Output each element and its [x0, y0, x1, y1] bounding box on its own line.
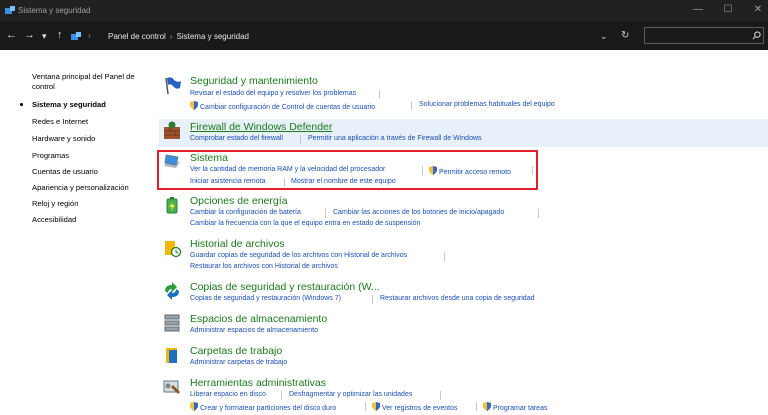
- admin-tools-title[interactable]: Herramientas administrativas: [190, 377, 326, 389]
- link-separator: [379, 90, 380, 99]
- work-folders-title[interactable]: Carpetas de trabajo: [190, 345, 282, 357]
- uac-shield-icon: [190, 101, 198, 110]
- admin-link-event-logs[interactable]: Ver registros de eventos: [372, 402, 458, 412]
- work-folders-link-manage[interactable]: Administrar carpetas de trabajo: [190, 359, 287, 366]
- uac-shield-icon: [372, 402, 380, 411]
- back-button[interactable]: ←: [6, 29, 17, 41]
- link-separator: [281, 391, 282, 400]
- security-link-uac-label: Cambiar configuración de Control de cuen…: [200, 104, 376, 111]
- sidebar-item-network[interactable]: Redes e Internet: [32, 117, 144, 127]
- link-separator: [444, 252, 445, 261]
- breadcrumb-chevron-icon: ›: [169, 32, 173, 41]
- admin-tools-icon: [163, 380, 180, 394]
- security-title[interactable]: Seguridad y mantenimiento: [190, 75, 318, 87]
- link-separator: [300, 135, 301, 144]
- close-button[interactable]: ✕: [748, 4, 768, 15]
- flag-icon: [165, 77, 181, 95]
- firewall-title[interactable]: Firewall de Windows Defender: [190, 121, 332, 133]
- search-icon[interactable]: [752, 31, 761, 40]
- system-link-ram[interactable]: Ver la cantidad de memoria RAM y la velo…: [190, 166, 385, 173]
- sidebar-item-appearance[interactable]: Apariencia y personalización: [32, 183, 144, 193]
- file-history-link-restore[interactable]: Restaurar los archivos con Historial de …: [190, 263, 338, 270]
- link-separator: [538, 209, 539, 218]
- window-title: Sistema y seguridad: [18, 6, 91, 15]
- admin-link-schedule-tasks[interactable]: Programar tareas: [483, 402, 547, 412]
- title-bar: Sistema y seguridad — ☐ ✕: [0, 0, 768, 22]
- system-link-remote-access[interactable]: Permitir acceso remoto: [429, 166, 511, 176]
- storage-title[interactable]: Espacios de almacenamiento: [190, 313, 327, 325]
- sidebar-item-panel-home[interactable]: Ventana principal del Panel de control: [32, 72, 144, 92]
- storage-spaces-icon: [164, 314, 180, 332]
- address-dropdown-icon[interactable]: ⌄: [600, 31, 608, 42]
- sidebar-item-clock[interactable]: Reloj y región: [32, 199, 144, 209]
- file-history-link-save[interactable]: Guardar copias de seguridad de los archi…: [190, 252, 407, 259]
- link-separator: [440, 391, 441, 400]
- link-separator: [422, 166, 423, 175]
- sidebar-item-accessibility[interactable]: Accesibilidad: [32, 215, 144, 225]
- control-panel-icon: [5, 6, 15, 14]
- forward-button[interactable]: →: [24, 29, 35, 41]
- sidebar: Ventana principal del Panel de control S…: [0, 50, 150, 415]
- security-link-review[interactable]: Revisar el estado del equipo y resolver …: [190, 90, 356, 97]
- backup-link-restore-files[interactable]: Restaurar archivos desde una copia de se…: [380, 295, 535, 302]
- link-separator: [532, 166, 533, 175]
- minimize-button[interactable]: —: [688, 4, 708, 15]
- control-panel-icon: [71, 32, 81, 40]
- power-title[interactable]: Opciones de energía: [190, 195, 287, 207]
- battery-power-icon: [166, 197, 178, 214]
- admin-link-partitions[interactable]: Crear y formatear particiones del disco …: [190, 402, 336, 412]
- link-separator: [284, 178, 285, 187]
- link-separator: [365, 402, 366, 411]
- storage-link-manage[interactable]: Administrar espacios de almacenamiento: [190, 327, 318, 334]
- backup-title[interactable]: Copias de seguridad y restauración (W...: [190, 281, 380, 293]
- firewall-link-status[interactable]: Comprobar estado del firewall: [190, 135, 283, 142]
- file-history-icon: [165, 241, 182, 258]
- breadcrumb-panel-de-control[interactable]: Panel de control: [108, 32, 166, 41]
- current-item-bullet: [20, 103, 23, 106]
- admin-link-defrag[interactable]: Desfragmentar y optimizar las unidades: [289, 391, 412, 398]
- refresh-icon[interactable]: ↻: [621, 30, 629, 41]
- power-link-sleep[interactable]: Cambiar la frecuencia con la que el equi…: [190, 220, 420, 227]
- file-history-title[interactable]: Historial de archivos: [190, 238, 285, 250]
- admin-link-event-logs-label: Ver registros de eventos: [382, 405, 458, 412]
- system-title[interactable]: Sistema: [190, 152, 228, 164]
- security-link-uac[interactable]: Cambiar configuración de Control de cuen…: [190, 101, 375, 111]
- sidebar-item-users[interactable]: Cuentas de usuario: [32, 167, 144, 177]
- computer-icon: [164, 154, 180, 168]
- firewall-icon: [164, 121, 180, 139]
- breadcrumb-sistema-y-seguridad[interactable]: Sistema y seguridad: [177, 32, 249, 41]
- up-button[interactable]: ↑: [57, 29, 63, 41]
- sidebar-item-security[interactable]: Sistema y seguridad: [32, 100, 144, 110]
- power-link-battery[interactable]: Cambiar la configuración de batería: [190, 209, 301, 216]
- link-separator: [411, 101, 412, 110]
- uac-shield-icon: [429, 166, 437, 175]
- recent-locations-button[interactable]: ▾: [42, 31, 47, 42]
- link-separator: [476, 402, 477, 411]
- power-link-buttons[interactable]: Cambiar las acciones de los botones de i…: [333, 209, 504, 216]
- backup-restore-icon: [165, 282, 179, 300]
- work-folders-icon: [166, 348, 177, 363]
- admin-link-partitions-label: Crear y formatear particiones del disco …: [200, 405, 337, 412]
- link-separator: [325, 209, 326, 218]
- sidebar-item-programs[interactable]: Programas: [32, 151, 144, 161]
- breadcrumb[interactable]: Panel de control › Sistema y seguridad: [108, 32, 249, 41]
- backup-link-windows7[interactable]: Copias de seguridad y restauración (Wind…: [190, 295, 341, 302]
- system-link-remote-assistance[interactable]: Iniciar asistencia remota: [190, 178, 265, 185]
- search-input[interactable]: [644, 27, 764, 44]
- sidebar-item-hardware[interactable]: Hardware y sonido: [32, 134, 144, 144]
- firewall-link-allow-app[interactable]: Permitir una aplicación a través de Fire…: [308, 135, 482, 142]
- system-link-computer-name[interactable]: Mostrar el nombre de este equipo: [291, 178, 396, 185]
- system-link-remote-access-label: Permitir acceso remoto: [439, 169, 511, 176]
- admin-link-free-space[interactable]: Liberar espacio en disco: [190, 391, 266, 398]
- breadcrumb-chevron-icon: ›: [88, 31, 91, 40]
- uac-shield-icon: [190, 402, 198, 411]
- security-link-troubleshoot[interactable]: Solucionar problemas habituales del equi…: [419, 101, 555, 108]
- address-bar: ← → ▾ ↑ › Panel de control › Sistema y seg…: [0, 22, 768, 50]
- admin-link-schedule-tasks-label: Programar tareas: [493, 405, 548, 412]
- maximize-button[interactable]: ☐: [718, 4, 738, 15]
- uac-shield-icon: [483, 402, 491, 411]
- link-separator: [372, 295, 373, 304]
